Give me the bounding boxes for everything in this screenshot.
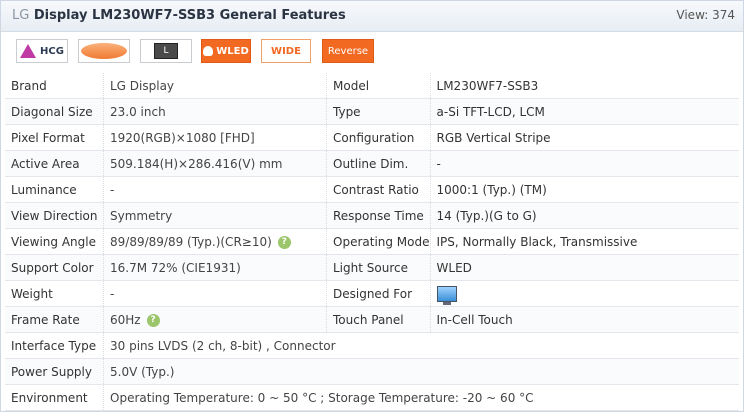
spec-label: Touch Panel <box>326 306 431 333</box>
spec-label: Light Source <box>326 254 431 281</box>
spec-label: Luminance <box>5 176 104 203</box>
feature-badges: HCG L WLED WIDE Reverse <box>1 32 743 70</box>
spec-label: Model <box>326 73 431 99</box>
spec-label: Contrast Ratio <box>326 176 431 203</box>
spec-value: 1000:1 (Typ.) (TM) <box>429 176 739 203</box>
table-row: Support Color 16.7M 72% (CIE1931) Light … <box>5 254 739 281</box>
l-label: L <box>154 43 178 59</box>
spec-value: LM230WF7-SSB3 <box>429 73 739 99</box>
table-row: Power Supply 5.0V (Typ.) <box>5 358 739 385</box>
spec-label: Weight <box>5 280 104 307</box>
spec-value: WLED <box>429 254 739 281</box>
spec-value-cell <box>429 280 739 307</box>
hcg-label: HCG <box>40 45 64 57</box>
spec-label: Configuration <box>326 124 431 151</box>
brand-logo-text: LG <box>12 8 30 23</box>
help-icon[interactable]: ? <box>146 313 160 327</box>
spec-value: 23.0 inch <box>103 98 327 125</box>
hcg-badge[interactable]: HCG <box>16 39 68 63</box>
l-badge[interactable]: L <box>140 39 192 63</box>
spec-label: Viewing Angle <box>5 228 104 255</box>
spec-value: 16.7M 72% (CIE1931) <box>103 254 327 281</box>
table-row: Frame Rate 60Hz? Touch Panel In-Cell Tou… <box>5 306 739 333</box>
spec-label: Pixel Format <box>5 124 104 151</box>
curved-badge[interactable] <box>78 39 130 63</box>
table-row: Environment Operating Temperature: 0 ~ 5… <box>5 384 739 411</box>
spec-label: Outline Dim. <box>326 150 431 177</box>
spec-value: 30 pins LVDS (2 ch, 8-bit) , Connector <box>103 332 739 359</box>
spec-value: 60Hz <box>110 312 141 327</box>
spec-value: Operating Temperature: 0 ~ 50 °C ; Stora… <box>103 384 739 411</box>
table-row: Interface Type 30 pins LVDS (2 ch, 8-bit… <box>5 332 739 359</box>
spec-label: Interface Type <box>5 332 104 359</box>
table-row: Brand LG Display Model LM230WF7-SSB3 <box>5 73 739 99</box>
table-row: Luminance - Contrast Ratio 1000:1 (Typ.)… <box>5 176 739 203</box>
table-row: Diagonal Size 23.0 inch Type a-Si TFT-LC… <box>5 98 739 125</box>
spec-value: a-Si TFT-LCD, LCM <box>429 98 739 125</box>
spec-label: Diagonal Size <box>5 98 104 125</box>
wled-label: WLED <box>216 45 249 57</box>
view-count: View: 374 <box>676 8 735 22</box>
table-row: View Direction Symmetry Response Time 14… <box>5 202 739 229</box>
panel-header: LG Display LM230WF7-SSB3 General Feature… <box>1 1 743 32</box>
page-title: LG Display LM230WF7-SSB3 General Feature… <box>12 8 346 23</box>
spec-value-cell: 89/89/89/89 (Typ.)(CR≥10)? <box>103 228 327 255</box>
spec-value: - <box>429 150 739 177</box>
spec-value: 509.184(H)×286.416(V) mm <box>103 150 327 177</box>
spec-table: Brand LG Display Model LM230WF7-SSB3 Dia… <box>5 73 739 411</box>
spec-value: 1920(RGB)×1080 [FHD] <box>103 124 327 151</box>
spec-value: IPS, Normally Black, Transmissive <box>429 228 739 255</box>
spec-value: In-Cell Touch <box>429 306 739 333</box>
spec-label: Support Color <box>5 254 104 281</box>
table-row: Viewing Angle 89/89/89/89 (Typ.)(CR≥10)?… <box>5 228 739 255</box>
spec-value: LG Display <box>103 73 327 99</box>
wled-badge[interactable]: WLED <box>201 39 251 63</box>
spec-value: RGB Vertical Stripe <box>429 124 739 151</box>
table-row: Active Area 509.184(H)×286.416(V) mm Out… <box>5 150 739 177</box>
spec-value: 14 (Typ.)(G to G) <box>429 202 739 229</box>
spec-value: - <box>103 280 327 307</box>
title-text: Display LM230WF7-SSB3 General Features <box>33 8 346 23</box>
color-gamut-icon <box>20 44 37 58</box>
spec-label: Environment <box>5 384 104 411</box>
reverse-label: Reverse <box>327 45 369 57</box>
features-panel: LG Display LM230WF7-SSB3 General Feature… <box>0 0 744 412</box>
spec-value: 5.0V (Typ.) <box>103 358 739 385</box>
spec-label: Power Supply <box>5 358 104 385</box>
help-icon[interactable]: ? <box>277 235 291 249</box>
spec-value: - <box>103 176 327 203</box>
wave-icon <box>81 43 127 59</box>
spec-value: 89/89/89/89 (Typ.)(CR≥10) <box>110 234 272 249</box>
monitor-icon[interactable] <box>436 285 457 305</box>
wide-label: WIDE <box>271 45 301 57</box>
spec-label: Designed For <box>326 280 431 307</box>
spec-label: Frame Rate <box>5 306 104 333</box>
wide-badge[interactable]: WIDE <box>261 39 311 63</box>
spec-label: Active Area <box>5 150 104 177</box>
spec-label: View Direction <box>5 202 104 229</box>
spec-label: Response Time <box>326 202 431 229</box>
table-row: Weight - Designed For <box>5 280 739 307</box>
bulb-icon <box>203 46 214 56</box>
reverse-badge[interactable]: Reverse <box>322 39 374 63</box>
spec-label: Type <box>326 98 431 125</box>
spec-label: Operating Mode <box>326 228 431 255</box>
table-row: Pixel Format 1920(RGB)×1080 [FHD] Config… <box>5 124 739 151</box>
spec-value-cell: 60Hz? <box>103 306 327 333</box>
spec-value: Symmetry <box>103 202 327 229</box>
spec-label: Brand <box>5 73 104 99</box>
